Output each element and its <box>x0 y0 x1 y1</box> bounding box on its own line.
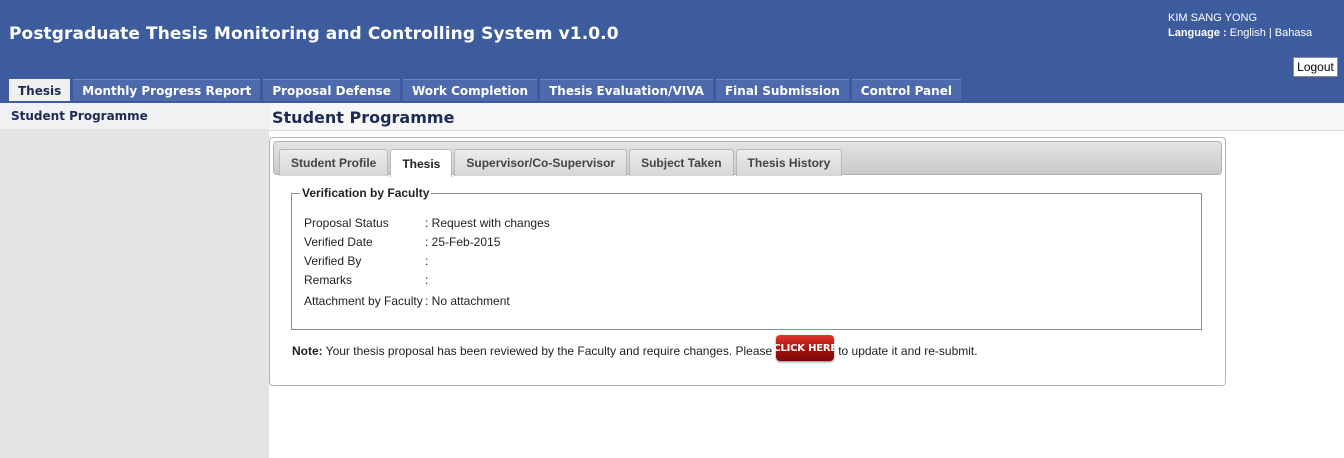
language-switcher: Language : English | Bahasa <box>1168 26 1312 41</box>
tab-supervisor[interactable]: Supervisor/Co-Supervisor <box>454 149 628 176</box>
app-title: Postgraduate Thesis Monitoring and Contr… <box>9 24 619 44</box>
tab-thesis-history[interactable]: Thesis History <box>735 149 843 176</box>
main-nav: Thesis Monthly Progress Report Proposal … <box>9 79 961 101</box>
logout-button[interactable]: Logout <box>1293 57 1338 77</box>
language-english-link[interactable]: English <box>1230 27 1266 39</box>
detail-label: Proposal Status <box>304 216 389 230</box>
note-text-after: to update it and re-submit. <box>838 344 978 358</box>
tab-list: Student Profile Thesis Supervisor/Co-Sup… <box>279 149 843 177</box>
detail-label: Verified By <box>304 254 362 268</box>
note-text-before: Your thesis proposal has been reviewed b… <box>325 344 773 358</box>
detail-row-proposal-status: Proposal Status : Request with changes <box>304 216 550 230</box>
nav-tab-final-submission[interactable]: Final Submission <box>715 79 849 101</box>
detail-row-verified-by: Verified By: <box>304 254 428 268</box>
detail-row-remarks: Remarks: <box>304 273 428 287</box>
language-separator: | <box>1268 27 1272 39</box>
nav-tab-thesis[interactable]: Thesis <box>9 79 71 101</box>
detail-label: Remarks <box>304 273 353 287</box>
tab-subject-taken[interactable]: Subject Taken <box>629 149 734 176</box>
page-title-bar: Student Programme <box>269 103 1344 131</box>
language-label: Language : <box>1168 27 1227 39</box>
app-header: Postgraduate Thesis Monitoring and Contr… <box>0 0 1344 103</box>
note-prefix: Note: <box>292 344 323 358</box>
detail-label: Verified Date <box>304 235 373 249</box>
nav-tab-work-completion[interactable]: Work Completion <box>402 79 538 101</box>
verification-legend: Verification by Faculty <box>302 186 430 200</box>
user-name: KIM SANG YONG <box>1168 12 1258 24</box>
detail-value: : <box>425 254 429 268</box>
user-block: KIM SANG YONG Language : English | Bahas… <box>1168 11 1312 41</box>
nav-tab-proposal-defense[interactable]: Proposal Defense <box>263 79 400 101</box>
detail-value: : No attachment <box>425 294 510 308</box>
language-bahasa-link[interactable]: Bahasa <box>1275 27 1312 39</box>
sidebar: Student Programme <box>0 103 269 458</box>
page-title: Student Programme <box>272 108 455 127</box>
sidebar-item-student-programme[interactable]: Student Programme <box>0 103 269 129</box>
detail-value: : 25-Feb-2015 <box>425 235 501 249</box>
tab-student-profile[interactable]: Student Profile <box>279 149 389 176</box>
detail-label: Attachment by Faculty <box>304 294 423 308</box>
nav-tab-thesis-evaluation[interactable]: Thesis Evaluation/VIVA <box>540 79 713 101</box>
click-here-button[interactable]: CLICK HERE <box>773 335 837 361</box>
content-panel: Student Profile Thesis Supervisor/Co-Sup… <box>269 137 1226 386</box>
detail-row-attachment: Attachment by Faculty: No attachment <box>304 294 510 308</box>
tab-strip: Student Profile Thesis Supervisor/Co-Sup… <box>273 141 1222 177</box>
detail-row-verified-date: Verified Date : 25-Feb-2015 <box>304 235 500 249</box>
detail-value: : Request with changes <box>425 216 550 230</box>
nav-tab-control-panel[interactable]: Control Panel <box>851 79 961 101</box>
nav-tab-monthly-progress-report[interactable]: Monthly Progress Report <box>73 79 261 101</box>
note-text: Note: Your thesis proposal has been revi… <box>292 335 978 366</box>
tab-thesis[interactable]: Thesis <box>390 149 453 177</box>
detail-value: : <box>425 273 429 287</box>
verification-fieldset: Verification by Faculty Proposal Status:… <box>291 186 1202 330</box>
